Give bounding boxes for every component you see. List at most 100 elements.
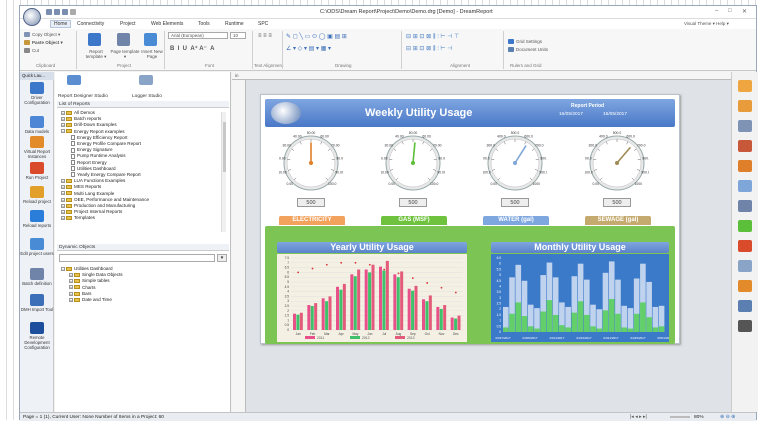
gauge-tick-label: 100.0 xyxy=(430,182,439,186)
font-style-buttons[interactable]: B I U A⁺ A⁻ A xyxy=(170,45,214,52)
save-icon[interactable] xyxy=(54,9,60,15)
chart-icon[interactable] xyxy=(738,140,752,152)
font-size-select[interactable]: 10 xyxy=(230,32,246,39)
menu-connectivity[interactable]: Connectivity xyxy=(77,21,104,27)
expand-icon[interactable]: + xyxy=(69,285,73,289)
expand-icon[interactable]: − xyxy=(61,267,65,271)
cut-button[interactable]: Cut xyxy=(32,48,39,53)
folder-icon[interactable] xyxy=(738,100,752,112)
ribbon-separator xyxy=(503,31,504,69)
ribbon-separator xyxy=(252,31,253,69)
gauge-tick-label: 100.0 xyxy=(585,170,593,174)
close-icon[interactable]: ✕ xyxy=(742,8,747,15)
expand-icon[interactable]: + xyxy=(61,179,65,183)
reports-scrollbar[interactable] xyxy=(221,112,226,232)
utility-tab-3[interactable]: WATER (gal) xyxy=(483,216,549,225)
paste-object-button[interactable]: Paste Object ▾ xyxy=(32,40,63,46)
new-icon[interactable] xyxy=(46,9,52,15)
expand-icon[interactable]: + xyxy=(61,191,65,195)
utility-tab-4[interactable]: SEWAGE (gal) xyxy=(585,216,651,225)
nav-remote-development-configuration[interactable]: Remote Development Configuration xyxy=(20,322,54,350)
report-icon[interactable] xyxy=(738,80,752,92)
report-template-button[interactable]: Report template ▾ xyxy=(81,49,111,60)
expand-icon[interactable]: + xyxy=(61,185,65,189)
expand-icon[interactable]: + xyxy=(69,273,73,277)
expand-icon[interactable]: + xyxy=(61,123,65,127)
zoom-level[interactable]: 80% xyxy=(694,415,704,420)
tools-icon[interactable] xyxy=(738,320,752,332)
monthly-y-tick: 2.5 xyxy=(497,302,502,306)
tab-logger-studio[interactable]: Logger Studio xyxy=(132,94,162,99)
report-tree-item[interactable]: +Templates xyxy=(61,215,227,221)
copy-object-button[interactable]: Copy Object ▾ xyxy=(32,32,60,38)
font-family-select[interactable]: Arial (European) xyxy=(168,32,228,39)
menu-home[interactable]: Home xyxy=(50,20,71,28)
settings-icon[interactable] xyxy=(738,300,752,312)
undo-icon[interactable] xyxy=(62,9,68,15)
expand-icon[interactable]: + xyxy=(61,111,65,115)
nav-reload-reports[interactable]: Reload reports xyxy=(20,210,54,228)
grid-settings-button[interactable]: Grid Settings xyxy=(516,39,542,44)
yearly-bar xyxy=(300,313,303,330)
filter-dropdown-icon[interactable]: ▾ xyxy=(217,254,227,262)
align-buttons[interactable]: ⊟ ⊞ ⊡ ⊠ ⫼ ⫶ ⊢ ⊣ ⊤ xyxy=(406,33,459,41)
pie-chart-icon[interactable] xyxy=(738,240,752,252)
image-icon[interactable] xyxy=(738,160,752,172)
expand-icon[interactable]: + xyxy=(69,298,73,302)
redo-icon[interactable] xyxy=(70,9,76,15)
nav-edit-project-users[interactable]: Edit project users xyxy=(20,238,54,256)
gauge-icon[interactable] xyxy=(738,260,752,272)
expand-icon[interactable]: − xyxy=(61,129,65,133)
expand-icon[interactable]: + xyxy=(61,117,65,121)
nav-batch-definition[interactable]: Batch definition xyxy=(20,268,54,286)
gauge-1: 0.0010.0020.0030.0040.0050.0060.0070.008… xyxy=(279,131,343,195)
distribute-buttons[interactable]: ⊟ ⊞ ⊡ ⊠ ⫼ ⫶ ⊢ ⊣ xyxy=(406,45,453,53)
page-template-button[interactable]: Page template ▾ xyxy=(110,49,140,60)
bar-chart-icon[interactable] xyxy=(738,220,752,232)
yearly-bar xyxy=(414,286,417,330)
minimize-icon[interactable]: – xyxy=(715,8,718,14)
app-menu-icon[interactable] xyxy=(23,8,41,26)
expand-icon[interactable]: + xyxy=(69,292,73,296)
page-nav-buttons[interactable]: |◂ ◂ ▸ ▸| xyxy=(630,414,647,420)
tab-report-designer-studio[interactable]: Report Designer Studio xyxy=(58,94,108,99)
nav-virtual-report-instances[interactable]: Virtual Report Instances xyxy=(20,136,54,159)
drawing-shapes-buttons[interactable]: ✎ ◻ ╲ ▭ ⬭ ◯ ▣ ▤ ⊞ xyxy=(286,33,347,41)
folder-icon xyxy=(66,129,72,133)
menu-web-elements[interactable]: Web Elements xyxy=(151,21,183,27)
expand-icon[interactable]: + xyxy=(61,210,65,214)
utility-tab-2[interactable]: GAS (MSF) xyxy=(381,216,447,225)
expand-icon[interactable]: + xyxy=(61,198,65,202)
insert-new-page-button[interactable]: Insert New Page xyxy=(138,49,166,59)
menu-project[interactable]: Project xyxy=(120,21,136,27)
zoom-slider[interactable] xyxy=(670,416,690,418)
text-icon[interactable] xyxy=(738,200,752,212)
drawing-style-buttons[interactable]: ∠ ▾ ◇ ▾ ▤ ▾ ▦ ▾ xyxy=(286,45,331,52)
nav-dmh-import-tool[interactable]: DMH Import Tool xyxy=(20,294,54,312)
nav-data-models[interactable]: Data models xyxy=(20,116,54,134)
visual-theme-help[interactable]: Visual Theme ▾ Help ▾ xyxy=(684,21,729,27)
menu-runtime[interactable]: Runtime xyxy=(225,21,244,27)
maximize-icon[interactable]: □ xyxy=(728,8,732,14)
gauge-tick-label: 1000 xyxy=(634,182,642,186)
text-align-buttons[interactable]: ≡ ≡ ≡ xyxy=(258,33,272,39)
nav-item-icon xyxy=(30,294,44,306)
utility-tab-1[interactable]: ELECTRICITY xyxy=(279,216,345,225)
document-units-button[interactable]: Document Units xyxy=(516,47,548,52)
report-page[interactable]: Weekly Utility Usage Report Period 16/05… xyxy=(260,94,680,344)
menu-spc[interactable]: SPC xyxy=(258,21,268,27)
dynamic-object-item[interactable]: +Date and Time xyxy=(61,297,227,303)
stack-icon[interactable] xyxy=(738,280,752,292)
expand-icon[interactable]: + xyxy=(69,279,73,283)
expand-icon[interactable]: + xyxy=(61,204,65,208)
nav-driver-configuration[interactable]: Driver Configuration xyxy=(20,82,54,105)
table-icon[interactable] xyxy=(738,120,752,132)
nav-run-project[interactable]: Run Project xyxy=(20,162,54,180)
nav-reload-project[interactable]: Reload project xyxy=(20,186,54,204)
menu-tools[interactable]: Tools xyxy=(198,21,210,27)
expand-icon[interactable]: + xyxy=(61,216,65,220)
dynamic-objects-filter[interactable] xyxy=(59,254,215,262)
reports-tree: +All Demos+Batch reports+Drill-Down Exam… xyxy=(61,110,227,238)
grid-icon[interactable] xyxy=(738,180,752,192)
zoom-icons[interactable]: ⊕ ⊖ ⊕ xyxy=(720,414,735,420)
